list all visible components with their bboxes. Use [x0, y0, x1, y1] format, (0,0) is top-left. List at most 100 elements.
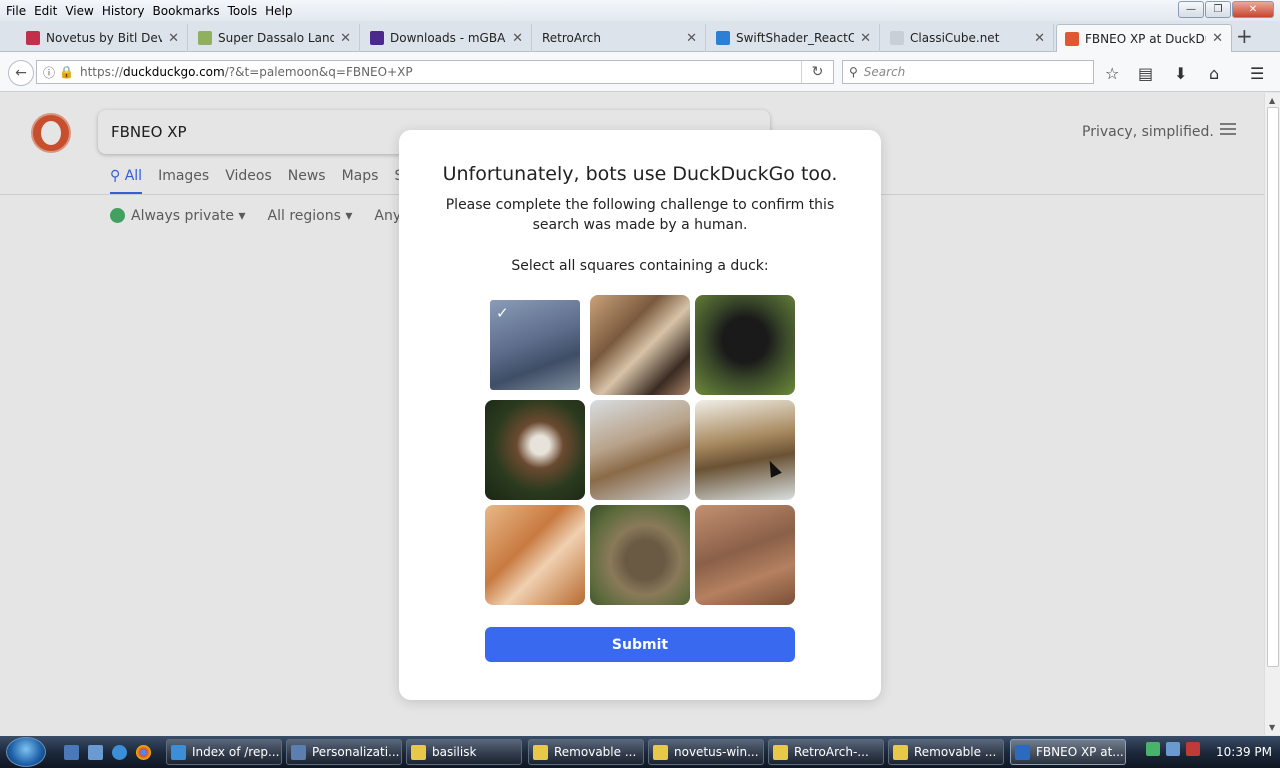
tab-close-icon[interactable]: ✕ [686, 31, 697, 46]
downloads-icon[interactable]: ⬇ [1174, 64, 1187, 83]
palemoon-icon [1015, 744, 1030, 760]
menu-bar: File Edit View History Bookmarks Tools H… [0, 0, 1280, 21]
menu-help[interactable]: Help [261, 4, 296, 18]
tab-close-icon[interactable]: ✕ [512, 31, 523, 46]
taskbar-item[interactable]: Removable ... [888, 739, 1004, 765]
tile-tiger-lying[interactable] [485, 505, 585, 605]
scroll-up-icon[interactable]: ▲ [1269, 96, 1275, 105]
window-controls: — ❐ ✕ [1178, 1, 1274, 18]
submit-button[interactable]: Submit [485, 627, 795, 662]
scrollbar-thumb[interactable] [1267, 107, 1279, 667]
new-tab-button[interactable]: + [1236, 24, 1253, 48]
tab-label: RetroArch [542, 31, 601, 45]
tab-4[interactable]: RetroArch ✕ [534, 24, 706, 52]
tile-eagle[interactable] [485, 400, 585, 500]
tab-1[interactable]: Novetus by Bitl Devel ✕ [18, 24, 188, 52]
taskbar-item[interactable]: Index of /rep... [166, 739, 282, 765]
switch-windows-icon[interactable] [88, 745, 103, 760]
start-button[interactable] [6, 737, 46, 767]
shield-icon[interactable] [1146, 742, 1160, 756]
back-button[interactable]: ← [8, 60, 34, 86]
tab-2[interactable]: Super Dassalo Land b ✕ [190, 24, 360, 52]
mgba-icon [370, 31, 384, 45]
taskbar-item[interactable]: novetus-win... [648, 739, 764, 765]
taskbar: Index of /rep... Personalizati... basilisk… [0, 736, 1280, 768]
hamburger-menu-icon[interactable]: ☰ [1250, 64, 1264, 83]
tab-6[interactable]: ClassiCube.net ✕ [882, 24, 1054, 52]
chrome-icon[interactable] [136, 745, 151, 760]
tab-3[interactable]: Downloads - mGBA ✕ [362, 24, 532, 52]
cube-icon [890, 31, 904, 45]
scrollbar[interactable]: ▲ ▼ [1264, 93, 1280, 735]
taskbar-item-label: Removable ... [914, 745, 997, 759]
navigation-toolbar: ← ⓘ 🔒 https://duckduckgo.com/?&t=palemoo… [0, 52, 1280, 92]
taskbar-item-label: Index of /rep... [192, 745, 280, 759]
image-grid: ✓ [485, 295, 795, 605]
menu-history[interactable]: History [98, 4, 149, 18]
url-path: /?&t=palemoon&q=FBNEO+XP [224, 65, 413, 79]
taskbar-item[interactable]: basilisk [406, 739, 522, 765]
taskbar-item[interactable]: Removable ... [528, 739, 644, 765]
tab-7[interactable]: FBNEO XP at DuckDu ✕ [1056, 24, 1232, 52]
reload-icon: ↻ [811, 64, 824, 80]
checkmark-icon: ✓ [496, 304, 509, 322]
scroll-down-icon[interactable]: ▼ [1269, 723, 1275, 732]
bookmarks-list-icon[interactable]: ▤ [1138, 64, 1153, 83]
tab-close-icon[interactable]: ✕ [1212, 31, 1223, 46]
folder-icon [653, 744, 668, 760]
bot-challenge-dialog: Unfortunately, bots use DuckDuckGo too. … [399, 130, 881, 700]
tile-duck-mallard[interactable] [695, 400, 795, 500]
tab-bar: Novetus by Bitl Devel✕Super Dassalo Land… [0, 21, 1280, 52]
search-box[interactable]: ⚲ Search [842, 60, 1094, 84]
menu-edit[interactable]: Edit [30, 4, 61, 18]
back-arrow-icon: ← [15, 65, 27, 81]
menu-file[interactable]: File [2, 4, 30, 18]
tab-label: ClassiCube.net [910, 31, 1000, 45]
tile-gorilla[interactable] [695, 295, 795, 395]
tab-5[interactable]: SwiftShader_ReactOS ✕ [708, 24, 880, 52]
reload-button[interactable]: ↻ [801, 61, 833, 83]
tab-label: FBNEO XP at DuckDu [1085, 31, 1207, 46]
tile-duck-blue[interactable]: ✓ [485, 295, 585, 395]
network-icon[interactable] [1166, 742, 1180, 756]
show-desktop-icon[interactable] [64, 745, 79, 760]
folder-icon [533, 744, 548, 760]
info-icon[interactable]: ⓘ [43, 64, 55, 81]
tile-tiger[interactable] [590, 295, 690, 395]
swift-icon [716, 31, 730, 45]
tile-duck-brown[interactable] [590, 505, 690, 605]
clock[interactable]: 10:39 PM [1216, 745, 1272, 759]
maximize-button[interactable]: ❐ [1205, 1, 1231, 18]
home-icon[interactable]: ⌂ [1209, 64, 1219, 83]
taskbar-item-label: FBNEO XP at... [1036, 745, 1124, 759]
close-button[interactable]: ✕ [1232, 1, 1274, 18]
menu-tools[interactable]: Tools [224, 4, 262, 18]
tab-label: Super Dassalo Land b [218, 31, 335, 45]
ie-icon[interactable] [112, 745, 127, 760]
bookmark-star-icon[interactable]: ☆ [1105, 64, 1119, 83]
game-icon [198, 31, 212, 45]
folder-icon [893, 744, 908, 760]
tab-close-icon[interactable]: ✕ [1034, 31, 1045, 46]
tab-label: SwiftShader_ReactOS [736, 31, 855, 45]
url-text[interactable]: https://duckduckgo.com/?&t=palemoon&q=FB… [80, 65, 413, 79]
tab-close-icon[interactable]: ✕ [340, 31, 351, 46]
url-domain: duckduckgo.com [122, 65, 225, 79]
minimize-button[interactable]: — [1178, 1, 1204, 18]
taskbar-item-label: Personalizati... [312, 745, 400, 759]
lock-icon: 🔒 [59, 65, 74, 79]
volume-muted-icon[interactable] [1186, 742, 1200, 756]
menu-bookmarks[interactable]: Bookmarks [149, 4, 224, 18]
tab-close-icon[interactable]: ✕ [860, 31, 871, 46]
tab-close-icon[interactable]: ✕ [168, 31, 179, 46]
search-icon: ⚲ [849, 65, 858, 79]
taskbar-item[interactable]: Personalizati... [286, 739, 402, 765]
url-bar[interactable]: ⓘ 🔒 https://duckduckgo.com/?&t=palemoon&… [36, 60, 834, 84]
tile-elephant-baby[interactable] [695, 505, 795, 605]
taskbar-item[interactable]: RetroArch-... [768, 739, 884, 765]
taskbar-item[interactable]: FBNEO XP at... [1010, 739, 1126, 765]
folder-icon [773, 744, 788, 760]
menu-view[interactable]: View [61, 4, 97, 18]
system-tray [1146, 742, 1200, 756]
tile-deer[interactable] [590, 400, 690, 500]
